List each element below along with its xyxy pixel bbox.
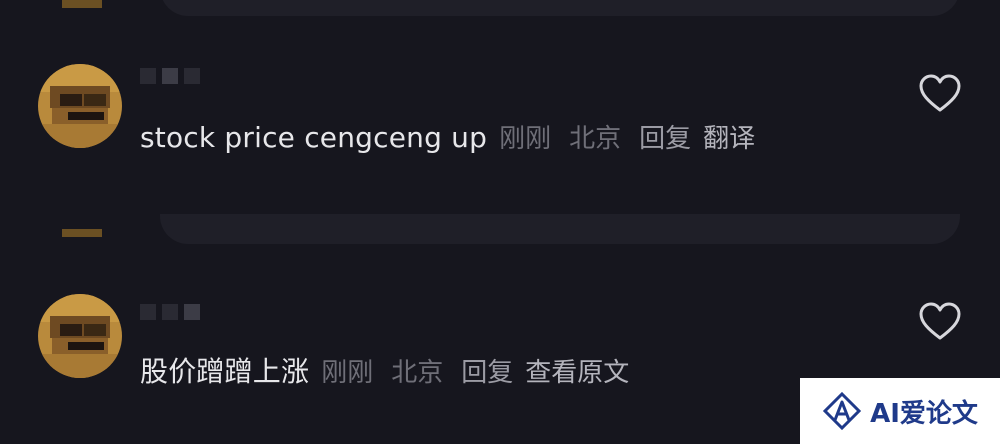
avatar[interactable] — [38, 294, 122, 378]
comment-body: stock price cengceng up 刚刚 北京 回复 翻译 — [140, 118, 755, 155]
comment-list: stock price cengceng up 刚刚 北京 回复 翻译 股价蹭蹭… — [0, 0, 1000, 444]
comment-text: 股价蹭蹭上涨 — [140, 355, 310, 388]
watermark-logo-icon — [822, 391, 862, 431]
watermark-text: AI爱论文 — [870, 398, 978, 429]
comment-text: stock price cengceng up — [140, 121, 488, 154]
heart-outline-icon[interactable] — [918, 302, 962, 342]
comment-time: 刚刚 — [499, 124, 552, 154]
comment-location: 北京 — [569, 124, 622, 154]
previous-avatar-stub — [62, 0, 102, 8]
heart-outline-icon[interactable] — [918, 74, 962, 114]
reply-button[interactable]: 回复 — [639, 118, 691, 155]
translate-button[interactable]: 翻译 — [703, 118, 755, 155]
reply-card-edge — [160, 214, 960, 244]
watermark: AI爱论文 — [800, 378, 1000, 444]
reply-button[interactable]: 回复 — [461, 352, 513, 389]
avatar[interactable] — [38, 64, 122, 148]
previous-card-edge — [160, 0, 960, 16]
username-blurred[interactable] — [140, 68, 200, 84]
username-blurred[interactable] — [140, 304, 200, 320]
comment-body: 股价蹭蹭上涨 刚刚 北京 回复 查看原文 — [140, 350, 629, 390]
comment-time: 刚刚 — [321, 358, 374, 388]
view-original-button[interactable]: 查看原文 — [525, 352, 629, 389]
comment-location: 北京 — [391, 358, 444, 388]
reply-avatar-stub — [62, 229, 102, 237]
